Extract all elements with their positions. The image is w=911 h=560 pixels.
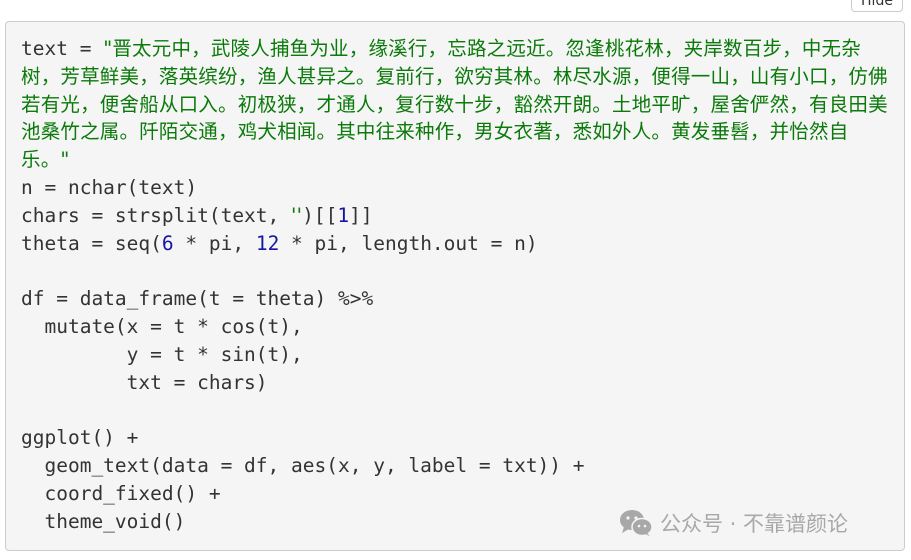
code-line: mutate(x = t * cos(t),: [21, 313, 888, 341]
code-line: 池桑竹之属。阡陌交通，鸡犬相闻。其中往来种作，男女衣著，悉如外人。黄发垂髫，并怡…: [21, 118, 888, 146]
code-line: chars = strsplit(text, '')[[1]]: [21, 202, 888, 230]
code-token: )[[: [302, 203, 338, 227]
code-line: text = "晋太元中，武陵人捕鱼为业，缘溪行，忘路之远近。忽逢桃花林，夹岸数…: [21, 35, 888, 63]
code-line: y = t * sin(t),: [21, 341, 888, 369]
code-line: theta = seq(6 * pi, 12 * pi, length.out …: [21, 230, 888, 258]
code-token: * pi,: [173, 231, 256, 255]
code-content: text = "晋太元中，武陵人捕鱼为业，缘溪行，忘路之远近。忽逢桃花林，夹岸数…: [21, 35, 888, 535]
code-token: theta = seq(: [21, 231, 162, 255]
string-token: 若有光，便舍船从口入。初极狭，才通人，复行数十步，豁然开朗。土地平旷，屋舍俨然，…: [21, 92, 888, 116]
string-token: 池桑竹之属。阡陌交通，鸡犬相闻。其中往来种作，男女衣著，悉如外人。黄发垂髫，并怡…: [21, 120, 849, 144]
number-token: 1: [337, 203, 350, 227]
number-token: 6: [161, 231, 174, 255]
watermark: 公众号 · 不靠谱颜论: [618, 508, 848, 538]
string-token: '': [291, 203, 303, 227]
code-line: 乐。": [21, 146, 888, 174]
code-token: mutate(x = t * cos(t),: [21, 314, 303, 338]
code-line: df = data_frame(t = theta) %>%: [21, 285, 888, 313]
wechat-icon: [620, 510, 653, 537]
code-token: txt = chars): [21, 370, 268, 394]
code-block: text = "晋太元中，武陵人捕鱼为业，缘溪行，忘路之远近。忽逢桃花林，夹岸数…: [5, 21, 905, 551]
code-token: y = t * sin(t),: [21, 342, 303, 366]
code-line: 若有光，便舍船从口入。初极狭，才通人，复行数十步，豁然开朗。土地平旷，屋舍俨然，…: [21, 91, 888, 119]
code-line: 树，芳草鲜美，落英缤纷，渔人甚异之。复前行，欲穷其林。林尽水源，便得一山，山有小…: [21, 63, 888, 91]
code-token: n = nchar(text): [21, 175, 198, 199]
code-token: chars = strsplit(text,: [21, 203, 292, 227]
code-token: theme_void(): [21, 509, 186, 533]
code-line: coord_fixed() +: [21, 480, 888, 508]
hide-code-button[interactable]: Hide: [851, 0, 903, 12]
code-line: ggplot() +: [21, 424, 888, 452]
code-token: df = data_frame(t = theta) %>%: [21, 287, 374, 311]
code-token: text =: [21, 37, 104, 60]
number-token: 12: [255, 231, 280, 255]
code-token: * pi, length.out = n): [279, 231, 538, 255]
watermark-text: 公众号 · 不靠谱颜论: [660, 512, 849, 536]
code-token: geom_text(data = df, aes(x, y, label = t…: [21, 453, 585, 477]
string-token: 树，芳草鲜美，落英缤纷，渔人甚异之。复前行，欲穷其林。林尽水源，便得一山，山有小…: [21, 64, 888, 88]
code-token: ]]: [349, 203, 373, 227]
code-token: ggplot() +: [21, 426, 139, 450]
code-line: geom_text(data = df, aes(x, y, label = t…: [21, 452, 888, 480]
string-token: 乐。": [21, 148, 70, 172]
code-token: coord_fixed() +: [21, 481, 221, 505]
string-token: "晋太元中，武陵人捕鱼为业，缘溪行，忘路之远近。忽逢桃花林，夹岸数百步，中无杂: [103, 37, 861, 60]
code-line: txt = chars): [21, 369, 888, 397]
code-line: n = nchar(text): [21, 174, 888, 202]
